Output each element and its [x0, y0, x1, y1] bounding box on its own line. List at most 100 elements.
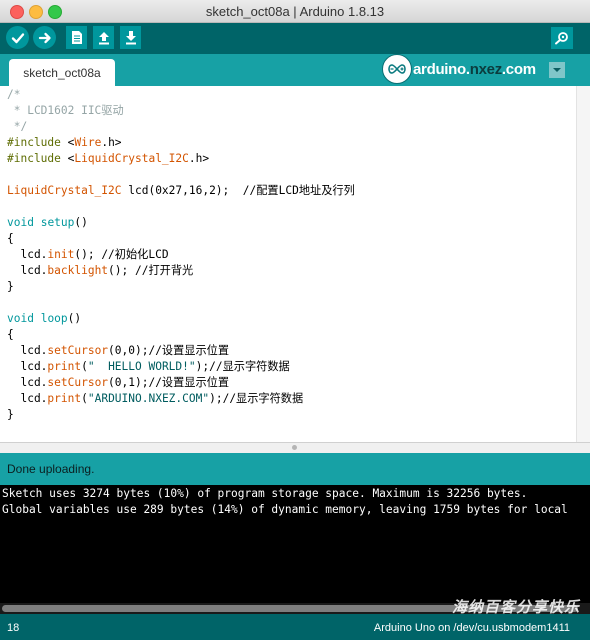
code-token: void	[7, 216, 34, 229]
infinity-logo-icon	[382, 54, 412, 84]
toolbar	[0, 23, 590, 54]
code-token: (	[81, 360, 88, 373]
chevron-down-icon	[553, 68, 561, 72]
code-token: LiquidCrystal_I2C	[7, 184, 122, 197]
code-line: lcd.print(" HELLO WORLD!");//显示字符数据	[7, 359, 355, 375]
code-line: lcd.print("ARDUINO.NXEZ.COM");//显示字符数据	[7, 391, 355, 407]
code-token: #include	[7, 136, 68, 149]
code-line: {	[7, 327, 355, 343]
code-token: init	[47, 248, 75, 261]
code-token: //配置LCD地址及行列	[242, 184, 355, 197]
upload-button[interactable]	[33, 26, 56, 49]
code-token: }	[7, 408, 14, 421]
code-line: {	[7, 231, 355, 247]
code-token: lcd.	[7, 376, 48, 389]
code-token: setup	[40, 216, 75, 229]
window-title: sketch_oct08a | Arduino 1.8.13	[205, 4, 385, 19]
window-titlebar: sketch_oct08a | Arduino 1.8.13	[0, 0, 590, 23]
tab-sketch[interactable]: sketch_oct08a	[9, 59, 115, 86]
arrow-up-icon	[98, 32, 109, 45]
code-token: .h>	[101, 136, 122, 149]
status-message: Done uploading.	[7, 462, 95, 476]
arrow-right-icon	[38, 32, 51, 43]
code-text[interactable]: /* * LCD1602 IIC驱动 */ #include <Wire.h> #i…	[7, 87, 355, 423]
code-token: setCursor	[47, 344, 109, 357]
code-token: "ARDUINO.NXEZ.COM"	[87, 392, 210, 405]
site-logo: arduino.nxez.com	[382, 54, 536, 84]
logo-text: arduino.nxez.com	[413, 61, 536, 78]
code-token: (0,1);//设置显示位置	[108, 376, 230, 389]
code-token: .h>	[188, 152, 210, 165]
code-line: #include <Wire.h>	[7, 135, 355, 151]
code-token: Wire	[74, 136, 102, 149]
status-bar: Done uploading.	[0, 453, 590, 485]
code-token: * LCD1602 IIC驱动	[7, 104, 124, 117]
verify-button[interactable]	[6, 26, 29, 49]
logo-prefix: arduino.	[413, 60, 470, 78]
save-sketch-button[interactable]	[120, 26, 141, 49]
code-line: lcd.backlight(); //打开背光	[7, 263, 355, 279]
code-token: setCursor	[47, 376, 109, 389]
code-token: lcd.	[7, 360, 48, 373]
code-editor[interactable]: /* * LCD1602 IIC驱动 */ #include <Wire.h> #i…	[0, 86, 576, 442]
code-line: lcd.setCursor(0,1);//设置显示位置	[7, 375, 355, 391]
editor-vertical-scrollbar[interactable]	[576, 86, 590, 442]
board-port-info: Arduino Uno on /dev/cu.usbmodem1411	[373, 622, 570, 634]
code-token: lcd.	[7, 344, 48, 357]
code-token: lcd.	[7, 248, 48, 261]
code-token: );//显示字符数据	[195, 360, 290, 373]
code-line: void loop()	[7, 311, 355, 327]
code-token: (); //打开背光	[108, 264, 194, 277]
code-line: lcd.init(); //初始化LCD	[7, 247, 355, 263]
bottom-status-bar: 18 Arduino Uno on /dev/cu.usbmodem1411	[0, 614, 590, 640]
code-token: (	[81, 392, 88, 405]
new-file-icon	[71, 31, 82, 44]
serial-monitor-button[interactable]	[551, 27, 573, 49]
code-token: lcd.	[7, 392, 48, 405]
code-line: }	[7, 279, 355, 295]
code-token: void	[7, 312, 34, 325]
tab-strip: sketch_oct08a arduino.nxez.com	[0, 54, 590, 86]
code-line: * LCD1602 IIC驱动	[7, 103, 355, 119]
arrow-down-icon	[125, 31, 136, 45]
magnifier-icon	[555, 32, 568, 45]
code-token: print	[47, 392, 82, 405]
logo-domain: nxez	[469, 60, 502, 78]
code-token: print	[47, 360, 82, 373]
code-token: /*	[7, 88, 21, 101]
code-line: #include <LiquidCrystal_I2C.h>	[7, 151, 355, 167]
pane-divider[interactable]	[0, 442, 590, 453]
code-token: LiquidCrystal_I2C	[74, 152, 189, 165]
console-line: Global variables use 289 bytes (14%) of …	[2, 503, 568, 516]
divider-grip-icon	[292, 445, 297, 450]
code-line: /*	[7, 87, 355, 103]
tab-label: sketch_oct08a	[23, 66, 101, 80]
open-sketch-button[interactable]	[93, 26, 114, 49]
code-token: );//显示字符数据	[209, 392, 304, 405]
console-line: Sketch uses 3274 bytes (10%) of program …	[2, 487, 528, 500]
code-token: ()	[74, 216, 88, 229]
console-output[interactable]: Sketch uses 3274 bytes (10%) of program …	[0, 485, 590, 603]
code-line: }	[7, 407, 355, 423]
code-token: lcd.	[7, 264, 48, 277]
code-token: {	[7, 232, 14, 245]
code-token: */	[7, 120, 28, 133]
code-line: LiquidCrystal_I2C lcd(0x27,16,2); //配置LC…	[7, 183, 355, 199]
tab-menu-button[interactable]	[549, 62, 565, 78]
new-sketch-button[interactable]	[66, 26, 87, 49]
watermark-text: 海纳百客分享快乐	[451, 599, 580, 616]
code-token: }	[7, 280, 14, 293]
code-token: (); //初始化LCD	[74, 248, 169, 261]
code-token: loop	[40, 312, 68, 325]
code-line: */	[7, 119, 355, 135]
code-token: " HELLO WORLD!"	[87, 360, 196, 373]
code-token: (0,0);//设置显示位置	[108, 344, 230, 357]
line-number: 18	[7, 622, 20, 634]
checkmark-icon	[11, 32, 24, 43]
code-token: #include	[7, 152, 68, 165]
